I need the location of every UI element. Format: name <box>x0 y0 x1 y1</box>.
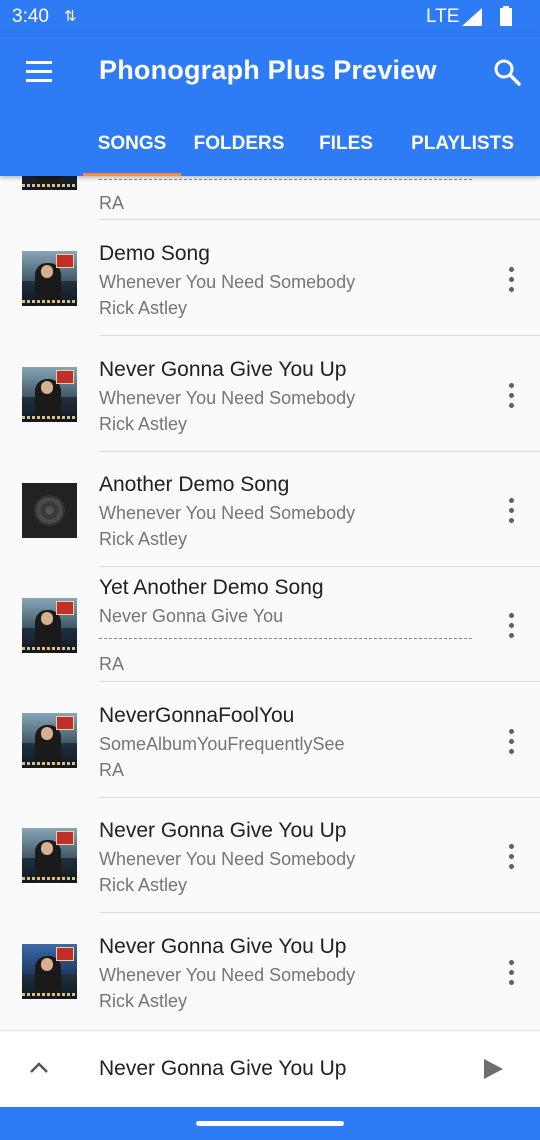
song-row[interactable]: Yet Another Demo Song Never Gonna Give Y… <box>0 567 540 682</box>
more-vert-icon[interactable] <box>500 496 524 526</box>
song-title: Demo Song <box>99 242 210 265</box>
app-bar: Phonograph Plus Preview SONGS FOLDERS FI… <box>0 33 540 176</box>
search-icon[interactable] <box>493 58 521 86</box>
song-row[interactable]: Never Gonna Give You Up Whenever You Nee… <box>0 914 540 1029</box>
divider <box>99 912 540 913</box>
song-artist: RA <box>99 760 125 780</box>
song-title: NeverGonnaFoolYou <box>99 704 295 727</box>
album-art <box>22 483 77 538</box>
tab-folders[interactable]: FOLDERS <box>190 116 288 176</box>
album-art <box>22 944 77 999</box>
sync-icon: ⇅ <box>64 8 77 25</box>
song-title: Never Gonna Give You Up <box>99 935 347 958</box>
album-art <box>22 598 77 653</box>
song-album-separator <box>99 638 472 639</box>
more-vert-icon[interactable] <box>500 727 524 757</box>
song-album: Whenever You Need Somebody <box>99 965 356 985</box>
mini-player-title: Never Gonna Give You Up <box>99 1057 347 1080</box>
song-album: Whenever You Need Somebody <box>99 388 356 408</box>
album-art <box>22 713 77 768</box>
vinyl-disc-icon <box>34 495 65 526</box>
mini-player[interactable]: Never Gonna Give You Up <box>0 1030 540 1108</box>
song-row[interactable]: Never Gonna Give You Up Whenever You Nee… <box>0 337 540 452</box>
album-art <box>22 176 77 190</box>
song-artist: Rick Astley <box>99 875 188 895</box>
status-network: LTE <box>426 6 460 27</box>
signal-icon <box>462 8 482 26</box>
tab-playlists[interactable]: PLAYLISTS <box>405 116 520 176</box>
divider <box>99 219 540 220</box>
more-vert-icon[interactable] <box>500 265 524 295</box>
song-title: Yet Another Demo Song <box>99 576 324 599</box>
app-title: Phonograph Plus Preview <box>99 55 437 85</box>
song-row[interactable]: NeverGonnaFoolYou SomeAlbumYouFrequently… <box>0 683 540 798</box>
tab-indicator <box>83 173 181 176</box>
home-gesture-handle[interactable] <box>196 1121 344 1126</box>
more-vert-icon[interactable] <box>500 958 524 988</box>
status-bar: 3:40 ⇅ LTE <box>0 0 540 33</box>
song-title: Never Gonna Give You Up <box>99 358 347 381</box>
tab-bar: SONGS FOLDERS FILES PLAYLISTS <box>0 116 540 176</box>
song-row[interactable]: Demo Song Whenever You Need Somebody Ric… <box>0 221 540 336</box>
song-row[interactable]: RA <box>0 176 540 220</box>
song-artist: Rick Astley <box>99 414 188 434</box>
album-art <box>22 828 77 883</box>
song-row[interactable]: Another Demo Song Whenever You Need Some… <box>0 452 540 567</box>
song-artist: Rick Astley <box>99 298 188 318</box>
more-vert-icon[interactable] <box>500 842 524 872</box>
song-list[interactable]: RA Demo Song Whenever You Need Somebody … <box>0 176 540 1030</box>
battery-icon <box>500 6 512 26</box>
song-album-separator <box>99 179 472 180</box>
song-album: Never Gonna Give You <box>99 606 284 626</box>
menu-icon[interactable] <box>26 61 52 83</box>
song-title: Another Demo Song <box>99 473 290 496</box>
tab-files[interactable]: FILES <box>300 116 392 176</box>
song-album: Whenever You Need Somebody <box>99 272 356 292</box>
divider <box>99 335 540 336</box>
more-vert-icon[interactable] <box>500 381 524 411</box>
album-art <box>22 251 77 306</box>
album-art <box>22 367 77 422</box>
system-nav-bar <box>0 1107 540 1140</box>
divider <box>99 681 540 682</box>
song-row[interactable]: Never Gonna Give You Up Whenever You Nee… <box>0 798 540 913</box>
play-icon[interactable] <box>482 1058 504 1080</box>
song-album: Whenever You Need Somebody <box>99 503 356 523</box>
song-album: SomeAlbumYouFrequentlySee <box>99 734 345 754</box>
song-artist: RA <box>99 193 125 213</box>
song-artist: RA <box>99 654 125 674</box>
expand-less-icon[interactable] <box>28 1060 50 1074</box>
status-time: 3:40 <box>12 6 49 27</box>
song-title: Never Gonna Give You Up <box>99 819 347 842</box>
song-artist: Rick Astley <box>99 991 188 1011</box>
tab-songs[interactable]: SONGS <box>83 116 181 176</box>
song-artist: Rick Astley <box>99 529 188 549</box>
more-vert-icon[interactable] <box>500 611 524 641</box>
song-album: Whenever You Need Somebody <box>99 849 356 869</box>
